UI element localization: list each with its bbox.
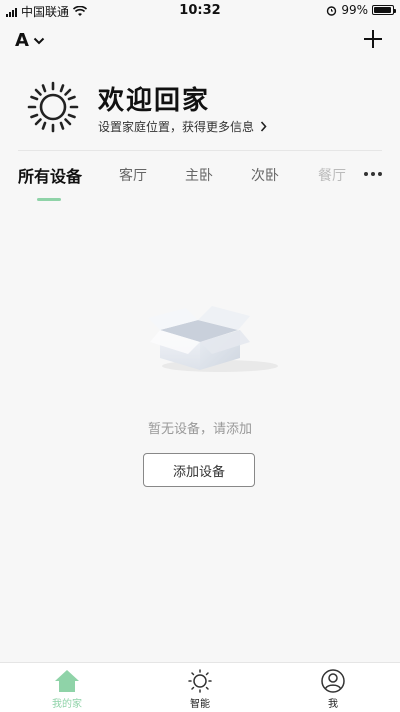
chevron-down-icon — [33, 37, 45, 44]
tab-living-room[interactable]: 客厅 — [119, 165, 147, 185]
tab-all-devices[interactable]: 所有设备 — [18, 163, 82, 187]
sun-icon — [27, 81, 79, 133]
tab-dining-room[interactable]: 餐厅 — [318, 165, 346, 185]
welcome-subtitle: 设置家庭位置，获得更多信息 — [98, 120, 255, 134]
status-right: 99% — [326, 3, 396, 17]
nav-smart[interactable]: 智能 — [170, 669, 230, 710]
nav-label-smart: 智能 — [190, 699, 210, 710]
empty-box-illustration — [148, 306, 278, 372]
active-tab-indicator — [37, 198, 61, 201]
room-tabs: 所有设备 客厅 主卧 次卧 餐厅 — [0, 163, 400, 203]
status-bar: 中国联通 10:32 99% — [0, 0, 400, 20]
profile-icon — [321, 669, 345, 693]
nav-me[interactable]: 我 — [303, 669, 363, 710]
home-switcher[interactable]: A — [15, 30, 45, 51]
set-location-link[interactable]: 设置家庭位置，获得更多信息 — [98, 118, 267, 135]
chevron-right-icon — [260, 121, 267, 132]
alarm-icon — [327, 5, 337, 16]
nav-label-my-home: 我的家 — [52, 699, 82, 710]
tab-master-bedroom[interactable]: 主卧 — [185, 165, 213, 185]
divider — [18, 150, 382, 151]
add-icon[interactable] — [362, 28, 384, 50]
battery-icon — [372, 5, 396, 15]
more-icon[interactable] — [364, 172, 382, 176]
welcome-card[interactable]: 欢迎回家 设置家庭位置，获得更多信息 — [26, 78, 386, 138]
home-icon — [55, 670, 79, 692]
nav-my-home[interactable]: 我的家 — [37, 669, 97, 710]
battery-percent: 99% — [341, 3, 368, 17]
add-device-button[interactable]: 添加设备 — [143, 453, 255, 487]
sun-icon — [188, 669, 212, 693]
welcome-title: 欢迎回家 — [98, 86, 211, 116]
nav-label-me: 我 — [328, 699, 338, 710]
home-name: A — [15, 30, 29, 51]
bottom-nav: 我的家 智能 我 — [0, 662, 400, 712]
tab-second-bedroom[interactable]: 次卧 — [251, 165, 279, 185]
empty-message: 暂无设备，请添加 — [147, 422, 252, 437]
